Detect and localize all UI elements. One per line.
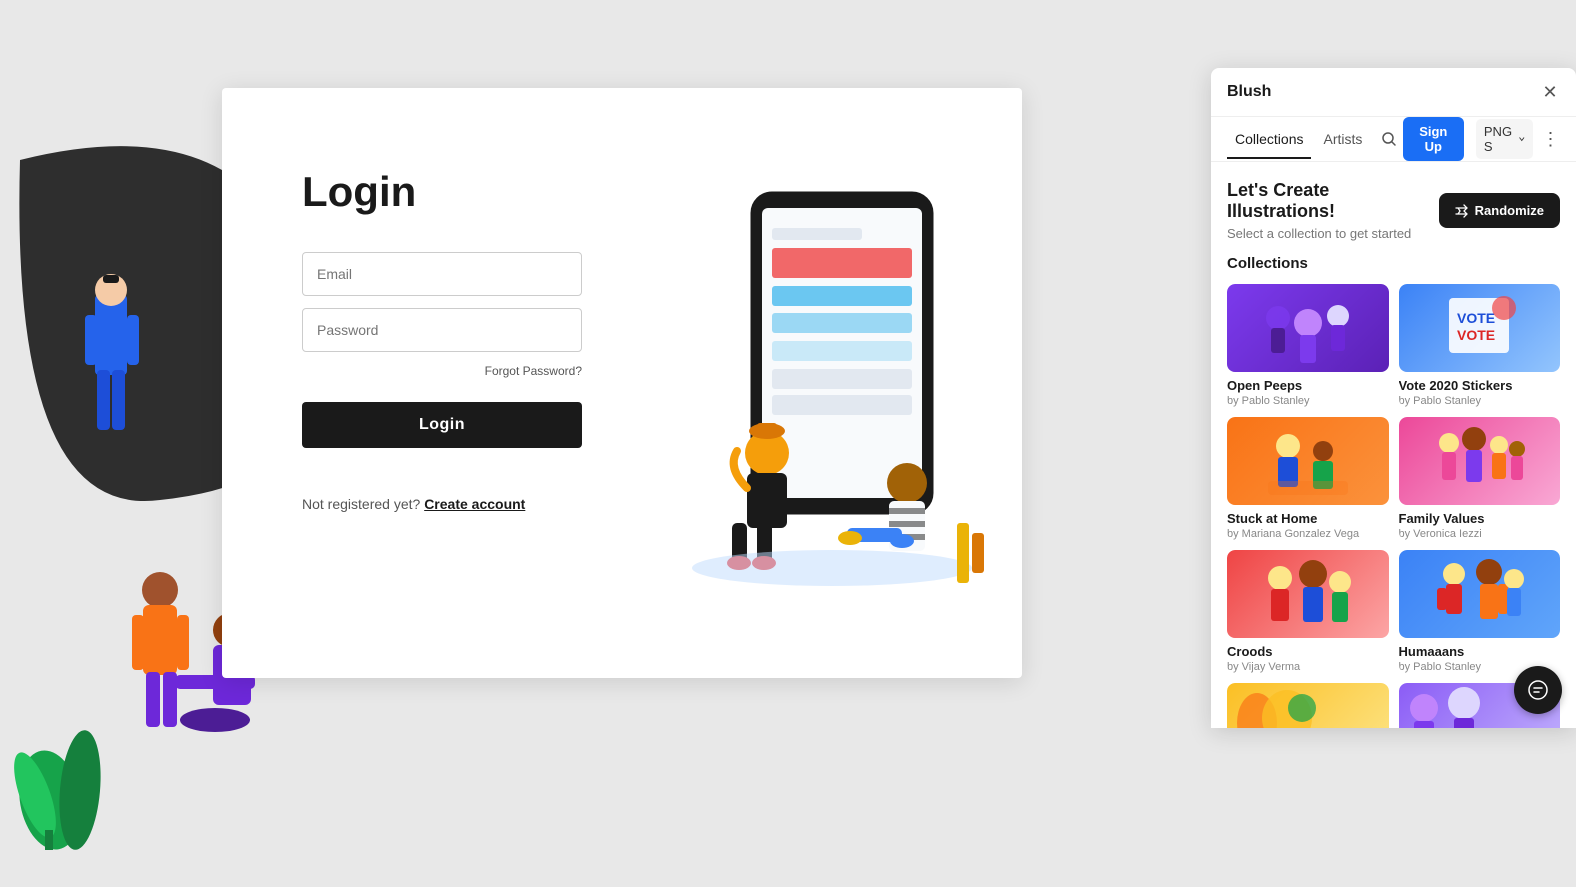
forgot-password-link[interactable]: Forgot Password?	[302, 364, 582, 378]
blush-panel: Blush ✕ Collections Artists Sign Up PNG …	[1211, 68, 1576, 728]
collection-name: Humaaans	[1399, 644, 1561, 659]
collection-name: Open Peeps	[1227, 378, 1389, 393]
close-button[interactable]: ✕	[1540, 82, 1560, 102]
create-account-link[interactable]: Create account	[424, 496, 525, 512]
collection-card-extra1[interactable]: Florals by Various	[1227, 683, 1389, 728]
password-input[interactable]	[302, 308, 582, 352]
collection-name: Stuck at Home	[1227, 511, 1389, 526]
login-window: login Login Forgot Password? Login Not r…	[222, 88, 1022, 678]
format-dropdown[interactable]: PNG S	[1476, 119, 1533, 159]
nav-collections[interactable]: Collections	[1227, 121, 1311, 159]
shuffle-icon	[1455, 204, 1469, 218]
phone-illustration	[672, 173, 992, 593]
svg-text:VOTE: VOTE	[1457, 327, 1495, 343]
collection-name: Family Values	[1399, 511, 1561, 526]
search-icon[interactable]	[1378, 124, 1398, 154]
collection-card-open-peeps[interactable]: Open Peeps by Pablo Stanley	[1227, 284, 1389, 407]
hero-subtitle: Select a collection to get started	[1227, 226, 1439, 241]
blush-hero: Let's Create Illustrations! Select a col…	[1227, 162, 1560, 255]
more-options-button[interactable]: ⋮	[1541, 125, 1560, 153]
blush-hero-text: Let's Create Illustrations! Select a col…	[1227, 180, 1439, 241]
collection-card-croods[interactable]: Croods by Vijay Verma	[1227, 550, 1389, 673]
login-illustration-area	[642, 88, 1022, 678]
login-button[interactable]: Login	[302, 402, 582, 448]
blush-nav: Collections Artists Sign Up PNG S ⋮	[1211, 117, 1576, 162]
collection-author: by Mariana Gonzalez Vega	[1227, 528, 1389, 540]
not-registered-text: Not registered yet? Create account	[302, 496, 582, 512]
blush-panel-header: Blush ✕	[1211, 68, 1576, 117]
randomize-button[interactable]: Randomize	[1439, 193, 1560, 228]
chat-icon	[1527, 679, 1549, 701]
email-input[interactable]	[302, 252, 582, 296]
collection-author: by Vijay Verma	[1227, 661, 1389, 673]
collections-heading: Collections	[1227, 255, 1560, 272]
nav-artists[interactable]: Artists	[1315, 121, 1370, 159]
signup-button[interactable]: Sign Up	[1403, 117, 1464, 161]
collection-card-vote[interactable]: VOTE VOTE Vote 2020 Stickers by Pablo St…	[1399, 284, 1561, 407]
blush-panel-body: Let's Create Illustrations! Select a col…	[1211, 162, 1576, 728]
collections-grid: Open Peeps by Pablo Stanley VOTE VOTE Vo…	[1227, 284, 1560, 728]
collection-card-stuck[interactable]: Stuck at Home by Mariana Gonzalez Vega	[1227, 417, 1389, 540]
chat-widget-button[interactable]	[1514, 666, 1562, 714]
blush-logo: Blush	[1227, 83, 1540, 101]
collection-name: Croods	[1227, 644, 1389, 659]
login-form-area: Login Forgot Password? Login Not registe…	[222, 88, 642, 678]
collection-card-family[interactable]: Family Values by Veronica Iezzi	[1399, 417, 1561, 540]
collection-author: by Veronica Iezzi	[1399, 528, 1561, 540]
login-title: Login	[302, 168, 582, 216]
svg-text:VOTE: VOTE	[1457, 310, 1495, 326]
hero-title: Let's Create Illustrations!	[1227, 180, 1439, 222]
collection-name: Vote 2020 Stickers	[1399, 378, 1561, 393]
collection-author: by Pablo Stanley	[1227, 395, 1389, 407]
collection-author: by Pablo Stanley	[1399, 395, 1561, 407]
collection-card-humaaans[interactable]: Humaaans by Pablo Stanley	[1399, 550, 1561, 673]
